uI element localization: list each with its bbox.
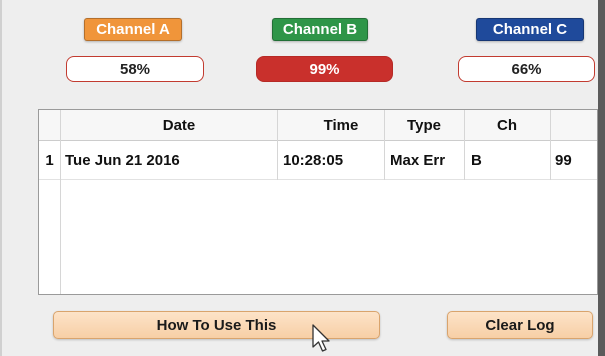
log-table-header: Date Time Type Ch — [39, 110, 597, 141]
column-divider — [277, 110, 278, 180]
row-index: 1 — [45, 151, 54, 169]
row-type: Max Err — [390, 151, 446, 169]
table-row[interactable]: 1 Tue Jun 21 2016 10:28:05 Max Err B 99 — [39, 141, 597, 180]
row-value: 99 — [555, 151, 572, 169]
channel-c-value: 66% — [458, 56, 595, 82]
channel-a-button[interactable]: Channel A — [84, 18, 182, 41]
channel-a-value: 58% — [66, 56, 204, 82]
column-divider — [60, 110, 61, 294]
channel-b-button[interactable]: Channel B — [272, 18, 368, 41]
row-channel: B — [471, 151, 482, 169]
window-right-edge — [598, 0, 605, 356]
column-header-ch[interactable]: Ch — [464, 110, 550, 140]
row-date: Tue Jun 21 2016 — [65, 151, 180, 169]
column-header-date[interactable]: Date — [60, 110, 298, 140]
column-header-value[interactable] — [550, 110, 597, 140]
channel-b-value: 99% — [256, 56, 393, 82]
column-divider — [384, 110, 385, 180]
column-header-type[interactable]: Type — [384, 110, 464, 140]
clear-log-button[interactable]: Clear Log — [447, 311, 593, 339]
column-divider — [550, 110, 551, 180]
column-header-time[interactable]: Time — [298, 110, 384, 140]
window-left-edge — [0, 0, 2, 356]
row-time: 10:28:05 — [283, 151, 344, 169]
column-divider — [464, 110, 465, 180]
channel-c-button[interactable]: Channel C — [476, 18, 584, 41]
mouse-pointer-icon — [312, 324, 330, 352]
log-table: Date Time Type Ch 1 Tue Jun 21 2016 10:2… — [38, 109, 598, 295]
